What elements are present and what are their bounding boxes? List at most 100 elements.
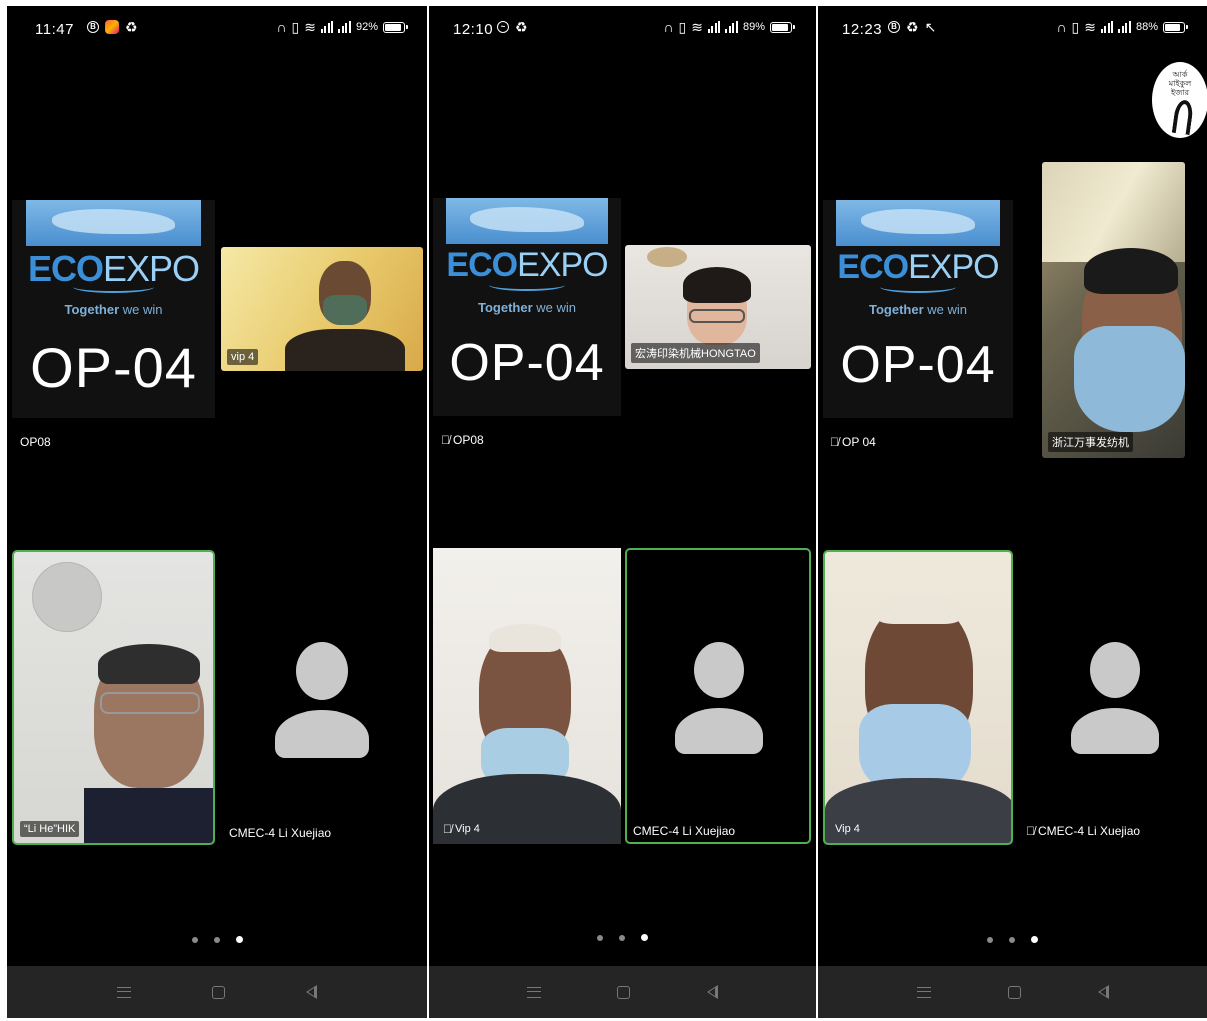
headphone-icon: ∩ <box>663 19 674 35</box>
battery-percent: 89% <box>742 21 765 33</box>
video-tile-active-speaker[interactable]: CMEC-4 Li Xuejiao <box>625 548 811 844</box>
booth-code: OP-04 <box>840 336 996 395</box>
system-nav-bar <box>818 966 1207 1018</box>
status-bar: 12:23 B ♻ ↖ ∩ ▯ ≋ 88% <box>818 18 1207 42</box>
wifi-icon: ≋ <box>1084 19 1096 35</box>
logo-arc <box>489 279 565 291</box>
battery-percent: 92% <box>355 21 378 33</box>
page-dot[interactable] <box>987 937 993 943</box>
messenger-notification-icon: ~ <box>497 21 509 33</box>
status-time: 12:10 <box>453 21 494 38</box>
mic-muted-icon: 🎙̸ <box>443 822 452 836</box>
booth-code: OP-04 <box>30 336 197 400</box>
back-nav-icon[interactable] <box>706 985 718 999</box>
signal-icon <box>707 21 721 33</box>
video-tile-ecoexpo[interactable]: ECOEXPO Together we win OP-04 <box>433 198 621 416</box>
participant-name-badge: 宏涛印染机械HONGTAO <box>631 343 760 363</box>
participant-name: 🎙̸ OP08 <box>441 433 484 447</box>
black-ribbon-icon <box>1171 98 1195 136</box>
video-tile-no-video[interactable]: CMEC-4 Li Xuejiao <box>221 550 423 845</box>
mic-muted-icon: 🎙̸ <box>830 435 839 449</box>
participant-name: CMEC-4 Li Xuejiao <box>229 826 332 840</box>
sync-icon: ♻ <box>906 19 919 35</box>
profile-badge-overlay[interactable]: আর্ক মাইকুল ইজার <box>1152 62 1207 138</box>
vibrate-icon: ▯ <box>1071 19 1080 35</box>
status-bar: 12:10 ~ ♻ ∩ ▯ ≋ 89% <box>429 18 816 42</box>
home-nav-icon[interactable] <box>1007 985 1021 999</box>
page-dot[interactable] <box>213 937 220 943</box>
battery-icon <box>383 21 408 33</box>
back-nav-icon[interactable] <box>1097 985 1109 999</box>
participant-name: 🎙̸ CMEC-4 Li Xuejiao <box>1026 824 1141 838</box>
logo-sky-graphic <box>26 200 201 246</box>
status-bar: 11:47 B ♻ ∩ ▯ ≋ 92% <box>7 18 427 42</box>
participant-name-badge: Vip 4 <box>835 823 860 835</box>
battery-percent: 88% <box>1135 21 1158 33</box>
participant-name-badge: 🎙̸ Vip 4 <box>443 822 480 836</box>
signal-icon-2 <box>725 21 738 33</box>
page-indicator <box>7 930 427 948</box>
logo-tagline: Together we win <box>64 302 163 318</box>
logo-tagline: Together we win <box>477 300 576 316</box>
headphone-icon: ∩ <box>276 19 287 35</box>
system-nav-bar <box>7 966 427 1018</box>
video-tile-ecoexpo[interactable]: ECOEXPO Together we win OP-04 <box>12 200 215 418</box>
mic-muted-icon: 🎙̸ <box>441 433 450 447</box>
video-tile-participant[interactable]: 宏涛印染机械HONGTAO <box>625 245 811 369</box>
page-dot-current[interactable] <box>1031 936 1038 943</box>
video-tile-participant[interactable]: vip 4 <box>221 247 423 371</box>
video-tile-ecoexpo[interactable]: ECOEXPO Together we win OP-04 <box>823 200 1013 418</box>
avatar-placeholder-icon <box>694 642 744 698</box>
page-dot[interactable] <box>191 937 198 943</box>
menu-nav-icon[interactable] <box>916 986 931 998</box>
page-dot[interactable] <box>597 935 603 941</box>
signal-icon-2 <box>1118 21 1131 33</box>
badge-text: আর্ক মাইকুল ইজার <box>1168 70 1192 97</box>
participant-name: 🎙̸ OP 04 <box>830 435 876 449</box>
sync-icon: ♻ <box>125 19 138 35</box>
video-tile-no-video[interactable]: 🎙̸ CMEC-4 Li Xuejiao <box>1018 550 1203 845</box>
logo-sky-graphic <box>446 198 608 244</box>
avatar-placeholder-icon <box>1090 642 1140 698</box>
status-time: 12:23 <box>842 21 883 38</box>
phone-screen-1: 11:47 B ♻ ∩ ▯ ≋ 92% ECOEXPO Together we … <box>7 6 427 1018</box>
status-time: 11:47 <box>35 21 74 38</box>
logo-sky-graphic <box>836 200 1000 246</box>
video-tile-active-speaker[interactable]: “Li He”HIK <box>12 550 215 845</box>
sync-icon: ♻ <box>515 19 528 35</box>
page-dot[interactable] <box>1009 937 1015 943</box>
battery-icon <box>770 21 795 33</box>
logo-arc <box>880 281 956 293</box>
participant-name-badge: “Li He”HIK <box>20 821 80 837</box>
video-tile-participant[interactable]: 🎙̸ Vip 4 <box>433 548 621 844</box>
menu-nav-icon[interactable] <box>527 986 542 998</box>
page-indicator <box>429 928 816 946</box>
battery-icon <box>1163 21 1188 33</box>
video-tile-active-speaker[interactable]: Vip 4 <box>823 550 1013 845</box>
back-nav-icon[interactable] <box>305 985 317 999</box>
avatar-placeholder-icon <box>296 642 348 700</box>
video-tile-participant[interactable]: 浙江万事发纺机 <box>1042 162 1185 458</box>
app-notification-icon <box>105 20 119 34</box>
system-nav-bar <box>429 966 816 1018</box>
signal-icon <box>320 21 334 33</box>
home-nav-icon[interactable] <box>211 985 225 999</box>
booth-code: OP-04 <box>449 334 605 393</box>
vibrate-icon: ▯ <box>678 19 687 35</box>
vibrate-icon: ▯ <box>291 19 300 35</box>
mic-muted-icon: 🎙̸ <box>1026 824 1035 838</box>
logo-tagline: Together we win <box>868 302 967 318</box>
signal-icon-2 <box>338 21 351 33</box>
home-nav-icon[interactable] <box>617 985 631 999</box>
menu-nav-icon[interactable] <box>117 986 132 998</box>
wifi-icon: ≋ <box>691 19 703 35</box>
participant-name-badge: 浙江万事发纺机 <box>1048 432 1133 452</box>
page-dot[interactable] <box>619 935 625 941</box>
participant-name: CMEC-4 Li Xuejiao <box>633 824 736 838</box>
b-notification-icon: B <box>888 21 900 33</box>
wifi-icon: ≋ <box>304 19 316 35</box>
page-dot-current[interactable] <box>641 934 648 941</box>
call-icon: ↖ <box>924 19 937 35</box>
participant-name: OP08 <box>20 435 51 449</box>
page-dot-current[interactable] <box>235 936 243 943</box>
